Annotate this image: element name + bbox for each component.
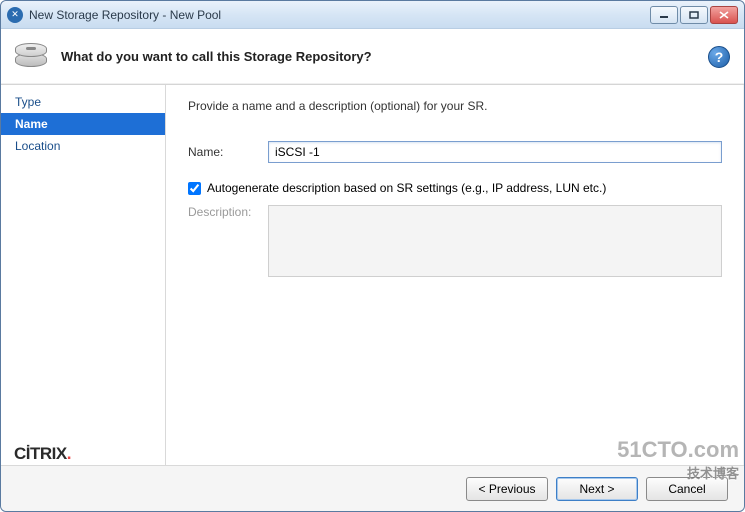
wizard-body: Type Name Location Provide a name and a …: [1, 85, 744, 465]
name-label: Name:: [188, 145, 268, 159]
close-icon: [719, 11, 729, 19]
step-type[interactable]: Type: [1, 91, 165, 113]
maximize-icon: [689, 11, 699, 19]
autogenerate-row: Autogenerate description based on SR set…: [188, 181, 722, 195]
app-icon: [7, 7, 23, 23]
intro-text: Provide a name and a description (option…: [188, 99, 722, 113]
maximize-button[interactable]: [680, 6, 708, 24]
brand-text: CİTRIX: [14, 444, 67, 463]
next-button[interactable]: Next >: [556, 477, 638, 501]
name-row: Name:: [188, 141, 722, 163]
description-label: Description:: [188, 205, 268, 219]
cancel-button[interactable]: Cancel: [646, 477, 728, 501]
autogenerate-label: Autogenerate description based on SR set…: [207, 181, 606, 195]
citrix-brand: CİTRIX.: [14, 444, 71, 464]
step-name[interactable]: Name: [1, 113, 165, 135]
autogenerate-checkbox[interactable]: [188, 182, 201, 195]
step-location[interactable]: Location: [1, 135, 165, 157]
wizard-steps-sidebar: Type Name Location: [1, 85, 166, 465]
description-row: Description:: [188, 205, 722, 277]
wizard-content: Provide a name and a description (option…: [166, 85, 744, 465]
brand-dot-icon: .: [67, 444, 71, 463]
minimize-icon: [659, 11, 669, 19]
help-icon[interactable]: ?: [708, 46, 730, 68]
close-button[interactable]: [710, 6, 738, 24]
wizard-heading: What do you want to call this Storage Re…: [61, 49, 372, 64]
titlebar: New Storage Repository - New Pool: [1, 1, 744, 29]
description-textarea: [268, 205, 722, 277]
storage-repository-icon: [15, 43, 47, 71]
wizard-header: What do you want to call this Storage Re…: [1, 29, 744, 85]
wizard-footer: < Previous Next > Cancel: [1, 465, 744, 511]
previous-button[interactable]: < Previous: [466, 477, 548, 501]
window-controls: [650, 6, 738, 24]
name-input[interactable]: [268, 141, 722, 163]
minimize-button[interactable]: [650, 6, 678, 24]
dialog-window: New Storage Repository - New Pool What d…: [0, 0, 745, 512]
window-title: New Storage Repository - New Pool: [29, 8, 221, 22]
